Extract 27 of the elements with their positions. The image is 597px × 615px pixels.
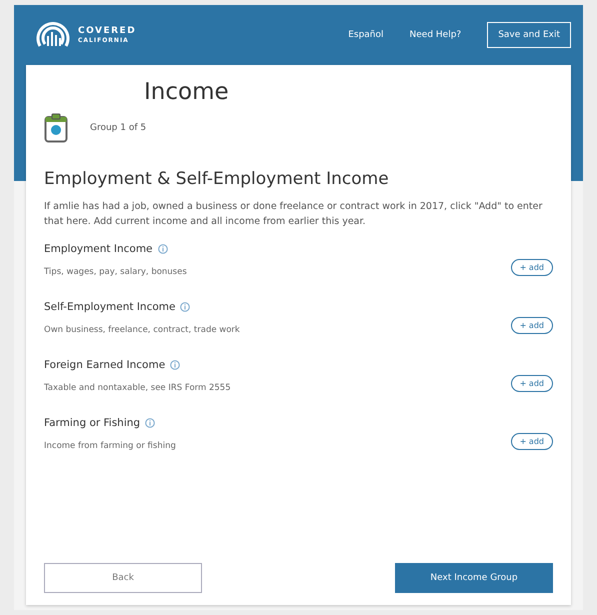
group-count-text: Group 1 of 5 [90, 123, 146, 133]
info-icon[interactable] [158, 244, 168, 254]
page-title: Income [144, 79, 230, 105]
income-type-label: Self-Employment Income [44, 301, 176, 314]
clipboard-icon [44, 113, 68, 143]
income-type-description: Tips, wages, pay, salary, bonuses [44, 267, 188, 278]
income-type-description: Income from farming or fishing [44, 441, 177, 452]
section-intro: If amlie has had a job, owned a business or done freelance or contract work in 2017, click "Add" to enter that here. Add current income and all income from earlier this year. [44, 200, 544, 230]
logo-text: COVERED [78, 26, 136, 36]
header-link[interactable]: Español [348, 30, 384, 40]
add-button[interactable]: + add [510, 374, 553, 392]
income-type-description: Own business, freelance, contract, trade work [44, 325, 241, 336]
section-heading: Employment & Self-Employment Income [44, 169, 390, 189]
income-type-description: Taxable and nontaxable, see IRS Form 2555 [44, 383, 232, 394]
income-type-label: Employment Income [44, 243, 153, 256]
add-button[interactable]: + add [510, 316, 553, 334]
add-button[interactable]: + add [510, 258, 553, 276]
income-type-label: Farming or Fishing [44, 417, 140, 430]
info-icon[interactable] [170, 360, 180, 370]
info-icon[interactable] [145, 418, 156, 428]
income-type-label: Foreign Earned Income [44, 359, 166, 372]
back-button[interactable]: Back [44, 563, 202, 593]
header-link[interactable]: Need Help? [410, 30, 462, 40]
add-button[interactable]: + add [510, 432, 553, 450]
info-icon[interactable] [180, 302, 190, 312]
next-income-group-button[interactable]: Next Income Group [395, 563, 553, 593]
save-exit-button[interactable]: Save and Exit [487, 22, 571, 48]
